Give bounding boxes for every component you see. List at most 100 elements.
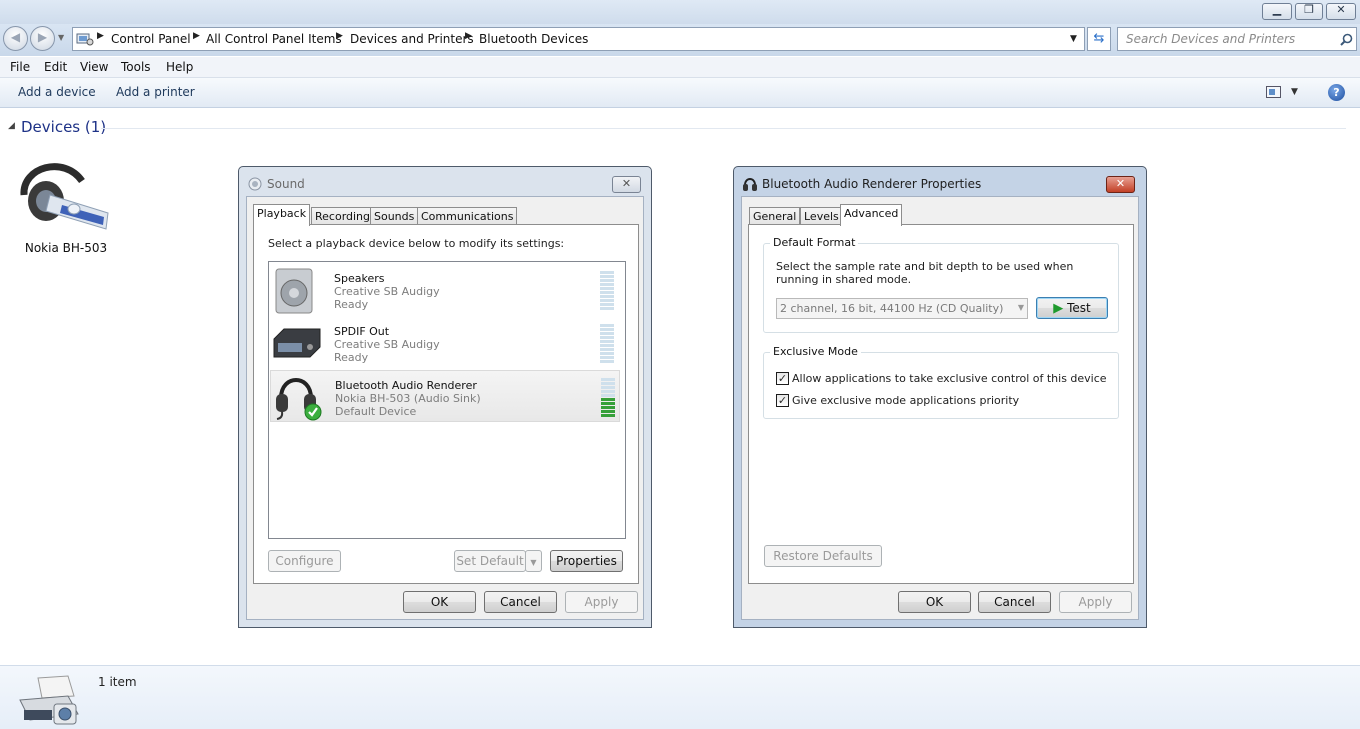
- menu-file[interactable]: File: [10, 60, 30, 74]
- address-bar[interactable]: ▶ Control Panel ▶ All Control Panel Item…: [72, 27, 1085, 51]
- window-titlebar: ▁ ❐ ✕: [0, 0, 1360, 24]
- breadcrumb-all-items[interactable]: All Control Panel Items: [206, 32, 342, 46]
- back-button[interactable]: ◀: [3, 26, 28, 51]
- apply-button[interactable]: Apply: [565, 591, 638, 613]
- play-icon: ▶: [1053, 301, 1064, 316]
- forward-arrow-icon: ▶: [37, 30, 48, 44]
- playback-panel: Select a playback device below to modify…: [253, 224, 639, 584]
- bluetooth-properties-dialog: Bluetooth Audio Renderer Properties ✕ Ge…: [733, 166, 1147, 628]
- minimize-icon: ▁: [1272, 3, 1282, 16]
- devices-printers-icon: [19, 675, 79, 725]
- checkmark-icon: ✓: [777, 394, 788, 407]
- menu-edit[interactable]: Edit: [44, 60, 67, 74]
- close-icon: ✕: [1336, 3, 1346, 16]
- close-icon: ✕: [1115, 177, 1126, 190]
- headphones-icon: [276, 378, 322, 421]
- breadcrumb-separator[interactable]: ▶: [193, 31, 200, 41]
- dialog-close-button[interactable]: ✕: [1106, 176, 1135, 193]
- sound-dialog: Sound ✕ Playback Recording Sounds Commun…: [238, 166, 652, 628]
- tab-advanced[interactable]: Advanced: [840, 204, 903, 226]
- sound-icon: [248, 177, 262, 191]
- sample-rate-value: 2 channel, 16 bit, 44100 Hz (CD Quality): [780, 302, 1004, 315]
- properties-button[interactable]: Properties: [550, 550, 623, 572]
- refresh-icon: ⇆: [1093, 31, 1105, 46]
- breadcrumb-devices-printers[interactable]: Devices and Printers: [350, 32, 474, 46]
- breadcrumb-bluetooth-devices[interactable]: Bluetooth Devices: [479, 32, 588, 46]
- search-input[interactable]: Search Devices and Printers: [1117, 27, 1357, 51]
- device-driver: Nokia BH-503 (Audio Sink): [335, 392, 481, 405]
- search-icon[interactable]: [1340, 33, 1353, 46]
- playback-instruction: Select a playback device below to modify…: [268, 237, 565, 250]
- speakers-icon: [275, 268, 313, 314]
- forward-button[interactable]: ▶: [30, 26, 55, 51]
- close-button[interactable]: ✕: [1326, 3, 1356, 20]
- menu-view[interactable]: View: [80, 60, 108, 74]
- list-item-speakers[interactable]: Speakers Creative SB Audigy Ready: [270, 264, 620, 316]
- set-default-dropdown[interactable]: ▼: [525, 550, 542, 572]
- refresh-button[interactable]: ⇆: [1087, 27, 1111, 51]
- device-label: Nokia BH-503: [24, 241, 108, 255]
- apply-button[interactable]: Apply: [1059, 591, 1132, 613]
- item-count: 1 item: [98, 675, 137, 689]
- set-default-button[interactable]: Set Default: [454, 550, 526, 572]
- bluetooth-headset-icon: [20, 163, 109, 230]
- dialog-close-button[interactable]: ✕: [612, 176, 641, 193]
- exclusive-priority-checkbox[interactable]: ✓: [776, 394, 789, 407]
- allow-exclusive-label[interactable]: Allow applications to take exclusive con…: [792, 372, 1107, 385]
- configure-button[interactable]: Configure: [268, 550, 341, 572]
- breadcrumb-separator[interactable]: ▶: [465, 31, 472, 41]
- cancel-button[interactable]: Cancel: [978, 591, 1051, 613]
- ok-button[interactable]: OK: [898, 591, 971, 613]
- menu-tools[interactable]: Tools: [121, 60, 151, 74]
- default-format-group: Default Format Select the sample rate an…: [763, 236, 1119, 333]
- level-meter: [601, 378, 615, 418]
- maximize-button[interactable]: ❐: [1295, 3, 1323, 20]
- playback-device-list[interactable]: Speakers Creative SB Audigy Ready SPDIF …: [268, 261, 626, 539]
- exclusive-priority-label[interactable]: Give exclusive mode applications priorit…: [792, 394, 1019, 407]
- exclusive-mode-legend: Exclusive Mode: [770, 345, 861, 358]
- test-label: Test: [1067, 301, 1091, 315]
- menu-bar: File Edit View Tools Help: [0, 57, 1360, 78]
- view-options-dropdown-icon[interactable]: ▼: [1291, 87, 1298, 97]
- breadcrumb-control-panel[interactable]: Control Panel: [111, 32, 191, 46]
- list-item-bluetooth-audio-renderer[interactable]: Bluetooth Audio Renderer Nokia BH-503 (A…: [270, 370, 620, 422]
- device-nokia-bh-503[interactable]: Nokia BH-503: [16, 155, 116, 265]
- ok-button[interactable]: OK: [403, 591, 476, 613]
- breadcrumb-separator: ▶: [97, 31, 104, 41]
- exclusive-mode-group: Exclusive Mode ✓ Allow applications to t…: [763, 345, 1119, 419]
- breadcrumb-separator[interactable]: ▶: [336, 31, 343, 41]
- devices-group-header[interactable]: ◢ Devices (1): [8, 118, 1358, 138]
- search-placeholder: Search Devices and Printers: [1126, 32, 1296, 46]
- details-pane: 1 item: [0, 665, 1360, 729]
- address-dropdown-icon[interactable]: ▼: [1070, 34, 1077, 44]
- cancel-button[interactable]: Cancel: [484, 591, 557, 613]
- collapse-group-icon[interactable]: ◢: [8, 121, 15, 131]
- minimize-button[interactable]: ▁: [1262, 3, 1292, 20]
- advanced-panel: Default Format Select the sample rate an…: [748, 224, 1134, 584]
- command-bar: Add a device Add a printer ▼ ?: [0, 78, 1360, 108]
- list-item-spdif-out[interactable]: SPDIF Out Creative SB Audigy Ready: [270, 317, 620, 369]
- help-icon[interactable]: ?: [1328, 84, 1345, 101]
- change-view-icon[interactable]: [1266, 86, 1282, 99]
- checkmark-icon: ✓: [777, 372, 788, 385]
- allow-exclusive-checkbox[interactable]: ✓: [776, 372, 789, 385]
- group-divider: [101, 128, 1346, 129]
- recent-pages-icon[interactable]: ▼: [58, 33, 64, 42]
- menu-help[interactable]: Help: [166, 60, 193, 74]
- sample-rate-select[interactable]: 2 channel, 16 bit, 44100 Hz (CD Quality)…: [776, 298, 1028, 319]
- add-device-button[interactable]: Add a device: [18, 85, 96, 99]
- tab-playback[interactable]: Playback: [253, 204, 311, 226]
- device-driver: Creative SB Audigy: [334, 338, 440, 351]
- level-meter: [600, 271, 614, 311]
- properties-dialog-client: General Levels Advanced Default Format S…: [741, 196, 1139, 620]
- device-driver: Creative SB Audigy: [334, 285, 440, 298]
- add-printer-button[interactable]: Add a printer: [116, 85, 195, 99]
- dialog-title: Bluetooth Audio Renderer Properties: [762, 177, 982, 191]
- restore-defaults-button[interactable]: Restore Defaults: [764, 545, 882, 567]
- device-name: Speakers: [334, 272, 385, 285]
- close-icon: ✕: [621, 177, 632, 190]
- device-name: Bluetooth Audio Renderer: [335, 379, 477, 392]
- back-arrow-icon: ◀: [10, 30, 21, 44]
- test-button[interactable]: ▶ Test: [1036, 297, 1108, 319]
- dropdown-arrow-icon: ▼: [530, 558, 537, 567]
